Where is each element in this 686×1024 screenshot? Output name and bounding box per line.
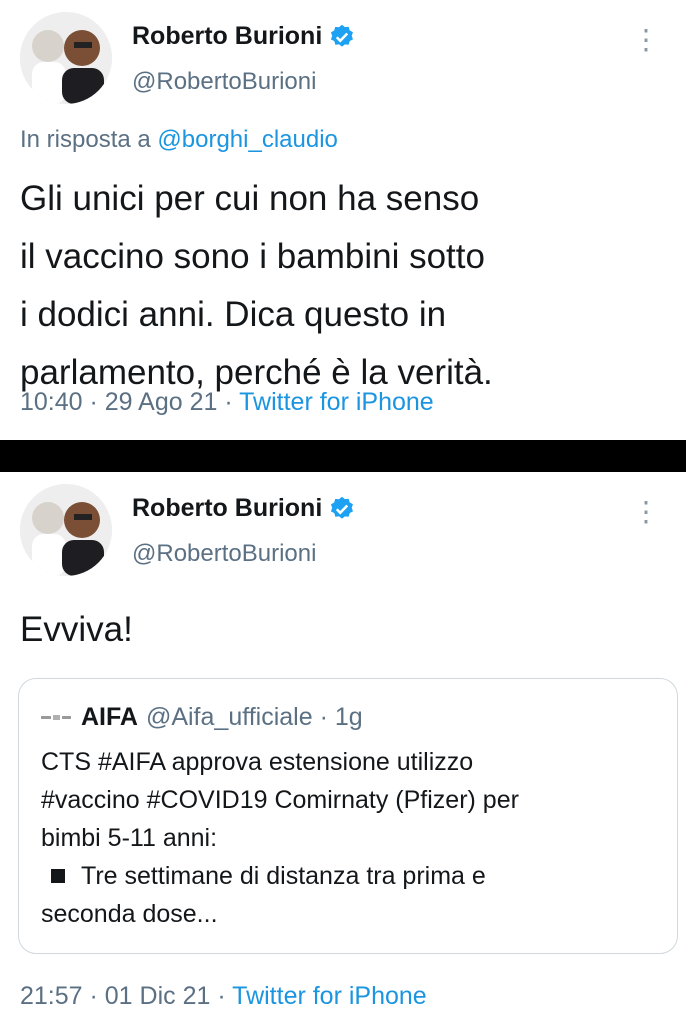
reply-prefix: In risposta a <box>20 126 151 153</box>
quoted-tweet[interactable]: AIFA @Aifa_ufficiale · 1g CTS #AIFA appr… <box>18 678 678 954</box>
tweet-timestamp[interactable]: 10:40 · 29 Ago 21 · <box>20 388 239 416</box>
avatar[interactable] <box>20 12 112 104</box>
tweet-text: Gli unici per cui non ha senso il vaccin… <box>20 170 660 402</box>
tweet-text-line: i dodici anni. Dica questo in <box>20 295 447 334</box>
quoted-tweet-header: AIFA @Aifa_ufficiale · 1g <box>41 703 363 732</box>
tweet-text-line: Gli unici per cui non ha senso <box>20 179 480 218</box>
more-options-icon[interactable]: ⋮ <box>632 26 660 54</box>
quoted-text-line: bimbi 5-11 anni: <box>41 824 218 852</box>
quoted-text-line: #vaccino #COVID19 Comirnaty (Pfizer) per <box>41 786 519 814</box>
more-options-icon[interactable]: ⋮ <box>632 498 660 526</box>
avatar[interactable] <box>20 484 112 576</box>
quoted-text-line: Tre settimane di distanza tra prima e <box>41 857 661 895</box>
tweet-text-line: il vaccino sono i bambini sotto <box>20 237 485 276</box>
screenshot-divider <box>0 440 686 472</box>
tweet-card-1[interactable]: Roberto Burioni @RobertoBurioni ⋮ In ris… <box>0 0 686 440</box>
quoted-text-line: CTS #AIFA approva estensione utilizzo <box>41 748 474 776</box>
tweet-card-2[interactable]: Roberto Burioni @RobertoBurioni ⋮ Evviva… <box>0 472 686 1024</box>
author-name[interactable]: Roberto Burioni <box>132 494 322 523</box>
tweet-source-link[interactable]: Twitter for iPhone <box>239 388 434 416</box>
author-handle[interactable]: @RobertoBurioni <box>132 68 316 96</box>
verified-badge-icon <box>331 24 354 47</box>
tweet-text: Evviva! <box>20 610 133 649</box>
verified-badge-icon <box>331 496 354 519</box>
bullet-square-icon <box>51 868 65 883</box>
reply-mention-link[interactable]: @borghi_claudio <box>157 126 337 153</box>
reply-context: In risposta a @borghi_claudio <box>20 126 338 154</box>
quoted-author-name: AIFA <box>81 703 138 731</box>
tweet-meta: 21:57 · 01 Dic 21 · Twitter for iPhone <box>20 982 427 1011</box>
author-handle[interactable]: @RobertoBurioni <box>132 540 316 568</box>
tweet-source-link[interactable]: Twitter for iPhone <box>232 982 427 1010</box>
author-name[interactable]: Roberto Burioni <box>132 22 322 51</box>
tweet-meta: 10:40 · 29 Ago 21 · Twitter for iPhone <box>20 388 434 417</box>
tweet-timestamp[interactable]: 21:57 · 01 Dic 21 · <box>20 982 232 1010</box>
quoted-bullet-text: Tre settimane di distanza tra prima e <box>81 862 486 890</box>
quoted-text-line: seconda dose... <box>41 900 218 928</box>
aifa-logo-icon <box>41 714 71 720</box>
quoted-tweet-text: CTS #AIFA approva estensione utilizzo #v… <box>41 743 661 933</box>
quoted-author-handle: @Aifa_ufficiale · 1g <box>145 703 363 731</box>
